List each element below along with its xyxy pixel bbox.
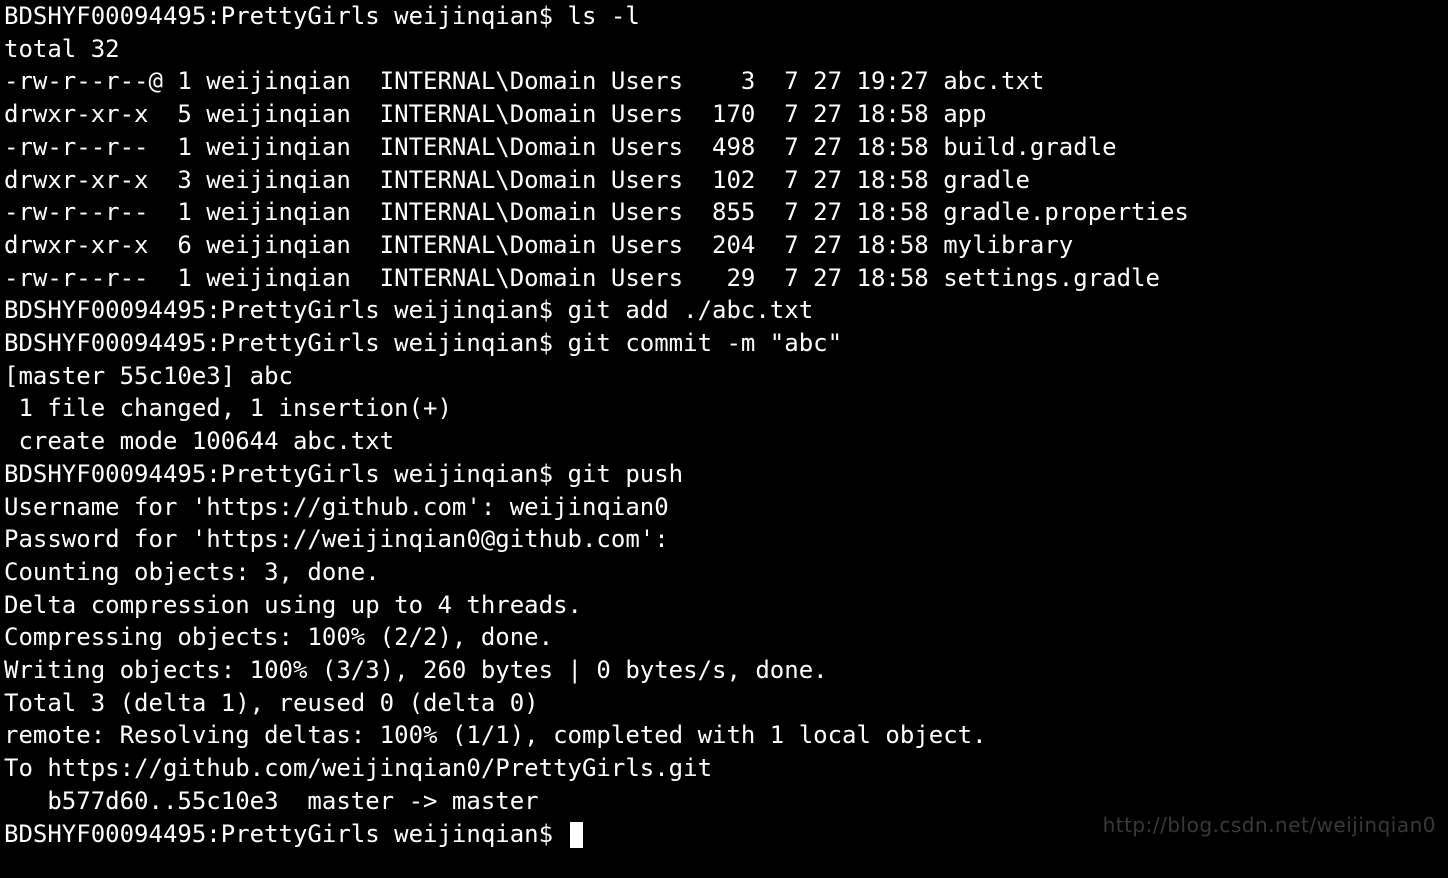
terminal-line: Username for 'https://github.com': weiji… (4, 491, 1444, 524)
terminal-prompt: BDSHYF00094495:PrettyGirls weijinqian$ (4, 820, 568, 848)
terminal-window[interactable]: BDSHYF00094495:PrettyGirls weijinqian$ l… (0, 0, 1448, 850)
cursor-icon (570, 822, 583, 848)
terminal-line: Delta compression using up to 4 threads. (4, 589, 1444, 622)
terminal-line: -rw-r--r-- 1 weijinqian INTERNAL\Domain … (4, 131, 1444, 164)
terminal-line: total 32 (4, 33, 1444, 66)
watermark-text: http://blog.csdn.net/weijinqian0 (1103, 809, 1436, 842)
terminal-line: drwxr-xr-x 6 weijinqian INTERNAL\Domain … (4, 229, 1444, 262)
terminal-line: Total 3 (delta 1), reused 0 (delta 0) (4, 687, 1444, 720)
terminal-line: [master 55c10e3] abc (4, 360, 1444, 393)
terminal-line: 1 file changed, 1 insertion(+) (4, 392, 1444, 425)
terminal-line: BDSHYF00094495:PrettyGirls weijinqian$ g… (4, 458, 1444, 491)
terminal-line: Writing objects: 100% (3/3), 260 bytes |… (4, 654, 1444, 687)
terminal-line: -rw-r--r-- 1 weijinqian INTERNAL\Domain … (4, 196, 1444, 229)
terminal-line: drwxr-xr-x 3 weijinqian INTERNAL\Domain … (4, 164, 1444, 197)
terminal-line: Compressing objects: 100% (2/2), done. (4, 621, 1444, 654)
terminal-line: remote: Resolving deltas: 100% (1/1), co… (4, 719, 1444, 752)
terminal-line: create mode 100644 abc.txt (4, 425, 1444, 458)
terminal-line: Password for 'https://weijinqian0@github… (4, 523, 1444, 556)
terminal-line: To https://github.com/weijinqian0/Pretty… (4, 752, 1444, 785)
terminal-line: drwxr-xr-x 5 weijinqian INTERNAL\Domain … (4, 98, 1444, 131)
terminal-line: Counting objects: 3, done. (4, 556, 1444, 589)
terminal-line: BDSHYF00094495:PrettyGirls weijinqian$ g… (4, 327, 1444, 360)
terminal-line: -rw-r--r-- 1 weijinqian INTERNAL\Domain … (4, 262, 1444, 295)
terminal-line: BDSHYF00094495:PrettyGirls weijinqian$ g… (4, 294, 1444, 327)
terminal-line: -rw-r--r--@ 1 weijinqian INTERNAL\Domain… (4, 65, 1444, 98)
terminal-line: BDSHYF00094495:PrettyGirls weijinqian$ l… (4, 0, 1444, 33)
